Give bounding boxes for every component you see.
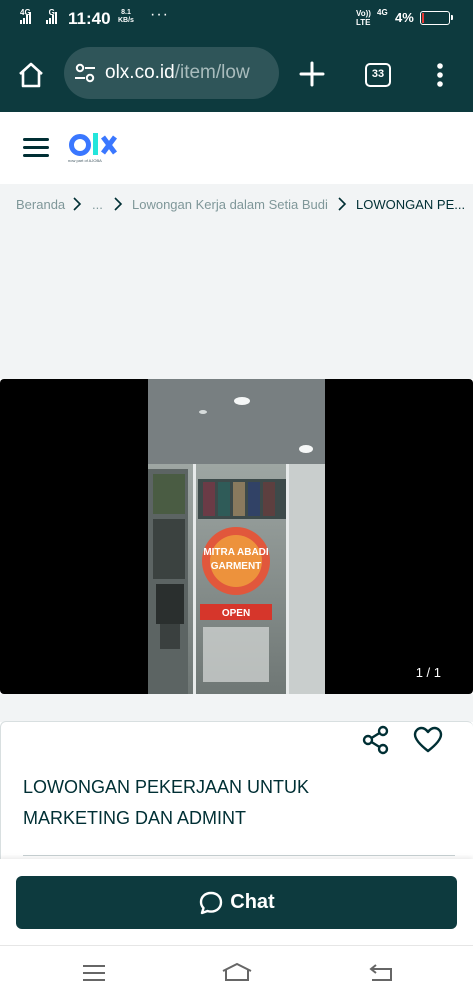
svg-text:MITRA ABADI: MITRA ABADI [203, 547, 269, 558]
chevron-right-icon [73, 197, 82, 211]
divider [23, 855, 455, 856]
recents-icon [83, 965, 105, 981]
chat-action-bar: Chat [0, 859, 473, 945]
new-tab-button[interactable] [298, 60, 326, 88]
home-button[interactable] [16, 60, 46, 90]
breadcrumb-category[interactable]: Lowongan Kerja dalam Setia Budi [132, 197, 328, 212]
site-header: now part of AJOBA [0, 112, 473, 184]
browser-menu-button[interactable] [430, 62, 450, 88]
chat-button[interactable]: Chat [16, 876, 457, 929]
share-icon [362, 725, 389, 755]
menu-icon[interactable] [23, 138, 49, 158]
site-settings-icon[interactable] [74, 62, 96, 84]
network-type-3: 4G [377, 8, 388, 17]
separator [0, 694, 473, 722]
breadcrumb-ellipsis[interactable]: ... [92, 197, 103, 212]
chat-bubble-icon [200, 891, 223, 914]
battery-percent: 4% [395, 10, 414, 25]
tab-switcher-button[interactable]: 33 [365, 63, 391, 87]
url-text[interactable]: olx.co.id/item/low [105, 62, 250, 84]
svg-text:GARMENT: GARMENT [211, 561, 262, 572]
ad-details-card: LOWONGAN PEKERJAAN UNTUK MARKETING DAN A… [0, 721, 473, 871]
more-vert-icon [437, 63, 443, 87]
olx-logo[interactable] [68, 130, 128, 170]
address-bar[interactable]: olx.co.id/item/low [64, 47, 279, 99]
recents-button[interactable] [79, 960, 109, 986]
home-nav-button[interactable] [221, 960, 252, 986]
breadcrumb-home[interactable]: Beranda [16, 197, 65, 212]
volte-indicator: Vo)) LTE [356, 9, 371, 27]
ad-banner-space [0, 228, 473, 379]
system-navigation-bar [0, 945, 473, 1000]
back-icon [369, 964, 392, 981]
ad-title: LOWONGAN PEKERJAAN UNTUK MARKETING DAN A… [23, 777, 310, 828]
signal-icon-2 [46, 12, 58, 24]
breadcrumb-current: LOWONGAN PE... [356, 197, 466, 212]
image-counter: 1 / 1 [415, 665, 441, 680]
plus-icon [299, 61, 325, 87]
network-speed: 8.1 KB/s [118, 9, 134, 24]
more-notifications-icon: ··· [150, 6, 169, 23]
chevron-right-icon [338, 197, 347, 211]
heart-icon [413, 726, 443, 753]
home-icon [19, 62, 43, 88]
chevron-right-icon [114, 197, 123, 211]
ad-photo[interactable]: MITRA ABADI GARMENT OPEN [148, 379, 325, 694]
image-gallery[interactable]: MITRA ABADI GARMENT OPEN 1 / 1 [0, 379, 473, 694]
back-button[interactable] [366, 960, 396, 986]
svg-text:OPEN: OPEN [222, 608, 250, 619]
status-bar: 4G G 11:40 8.1 KB/s ··· Vo)) LTE 4G 4% [0, 0, 473, 36]
breadcrumb: Beranda ... Lowongan Kerja dalam Setia B… [0, 184, 473, 228]
home-nav-icon [222, 962, 252, 981]
battery-level [422, 13, 424, 23]
logo-tagline: now part of AJOBA [68, 158, 102, 163]
signal-icon [20, 12, 32, 24]
status-time: 11:40 [68, 9, 111, 28]
share-button[interactable] [361, 725, 391, 755]
chat-label: Chat [230, 891, 275, 913]
browser-toolbar: olx.co.id/item/low 33 [0, 36, 473, 112]
favorite-button[interactable] [413, 725, 443, 755]
battery-icon [420, 11, 453, 25]
